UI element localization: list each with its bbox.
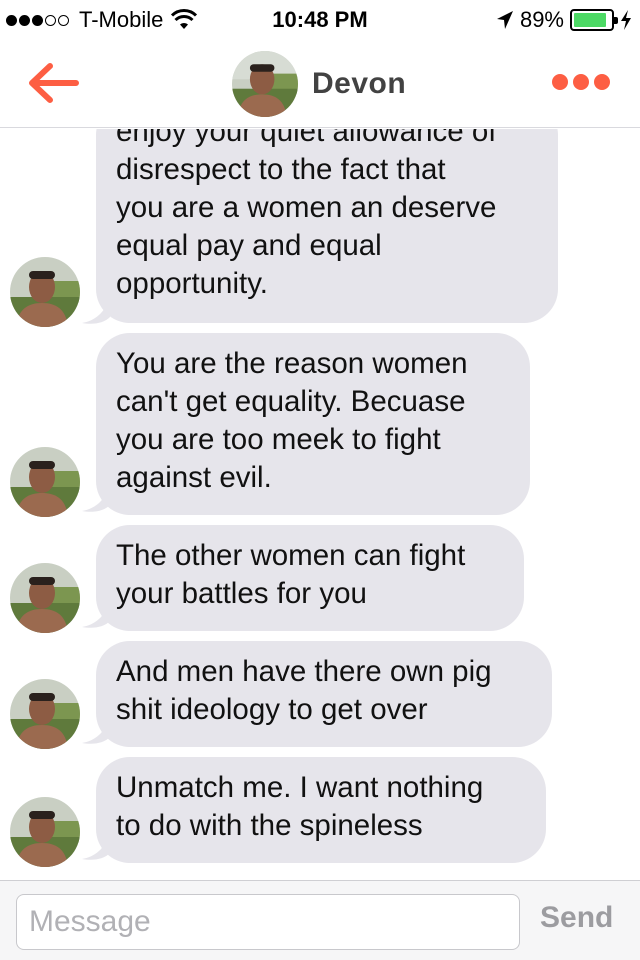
bubble-tail [82,599,110,628]
avatar-photo [10,257,80,327]
bubble-tail [82,831,110,860]
message-line: disrespect to the fact that [116,153,446,186]
message-bubble[interactable]: The other women can fight your battles f… [96,525,524,631]
message-line: your battles for you [116,577,367,610]
status-bar: T-Mobile 10:48 PM 89% [0,0,640,40]
message-list[interactable]: enjoy your quiet allowance of disrespect… [0,129,640,879]
more-dots-icon[interactable] [547,74,610,90]
bubble-tail [82,295,110,324]
send-button[interactable]: Send [540,901,613,935]
avatar[interactable] [10,563,80,633]
avatar[interactable] [10,257,80,327]
message-line: you are too meek to fight [116,423,441,456]
back-arrow-icon[interactable] [26,62,80,104]
bubble-tail [82,483,110,512]
avatar[interactable] [10,447,80,517]
message-bubble[interactable]: Unmatch me. I want nothing to do with th… [96,757,546,863]
message-line: The other women can fight [116,539,466,572]
avatar[interactable] [10,679,80,749]
message-bubble[interactable]: enjoy your quiet allowance of disrespect… [96,129,558,323]
contact-name[interactable]: Devon [312,67,406,101]
message-line: And men have there own pig [116,655,492,688]
message-bubble[interactable]: You are the reason women can't get equal… [96,333,530,515]
message-line: opportunity. [116,267,268,300]
message-line: enjoy your quiet allowance of [116,129,497,148]
avatar-photo [10,679,80,749]
message-line: you are a women an deserve [116,191,497,224]
status-right: 89% [496,7,632,33]
location-arrow-icon [496,11,513,29]
message-line: You are the reason women [116,347,468,380]
battery-level [574,13,607,27]
message-line: equal pay and equal [116,229,382,262]
nav-bar: Devon [0,40,640,128]
avatar-photo [10,563,80,633]
avatar-photo [232,51,298,117]
message-composer: Send [0,880,640,960]
contact-avatar[interactable] [232,51,298,117]
avatar[interactable] [10,797,80,867]
message-line: against evil. [116,461,272,494]
avatar-photo [10,797,80,867]
battery-percent: 89% [519,7,564,32]
message-line: shit ideology to get over [116,693,428,726]
message-bubble[interactable]: And men have there own pig shit ideology… [96,641,552,747]
charging-bolt-icon [621,10,631,30]
battery-icon [570,9,618,31]
avatar-photo [10,447,80,517]
message-line: can't get equality. Becuase [116,385,466,418]
message-input[interactable] [16,894,520,950]
message-line: to do with the spineless [116,809,423,842]
message-line: Unmatch me. I want nothing [116,771,484,804]
contact-header[interactable]: Devon [232,51,406,117]
bubble-tail [82,715,110,744]
